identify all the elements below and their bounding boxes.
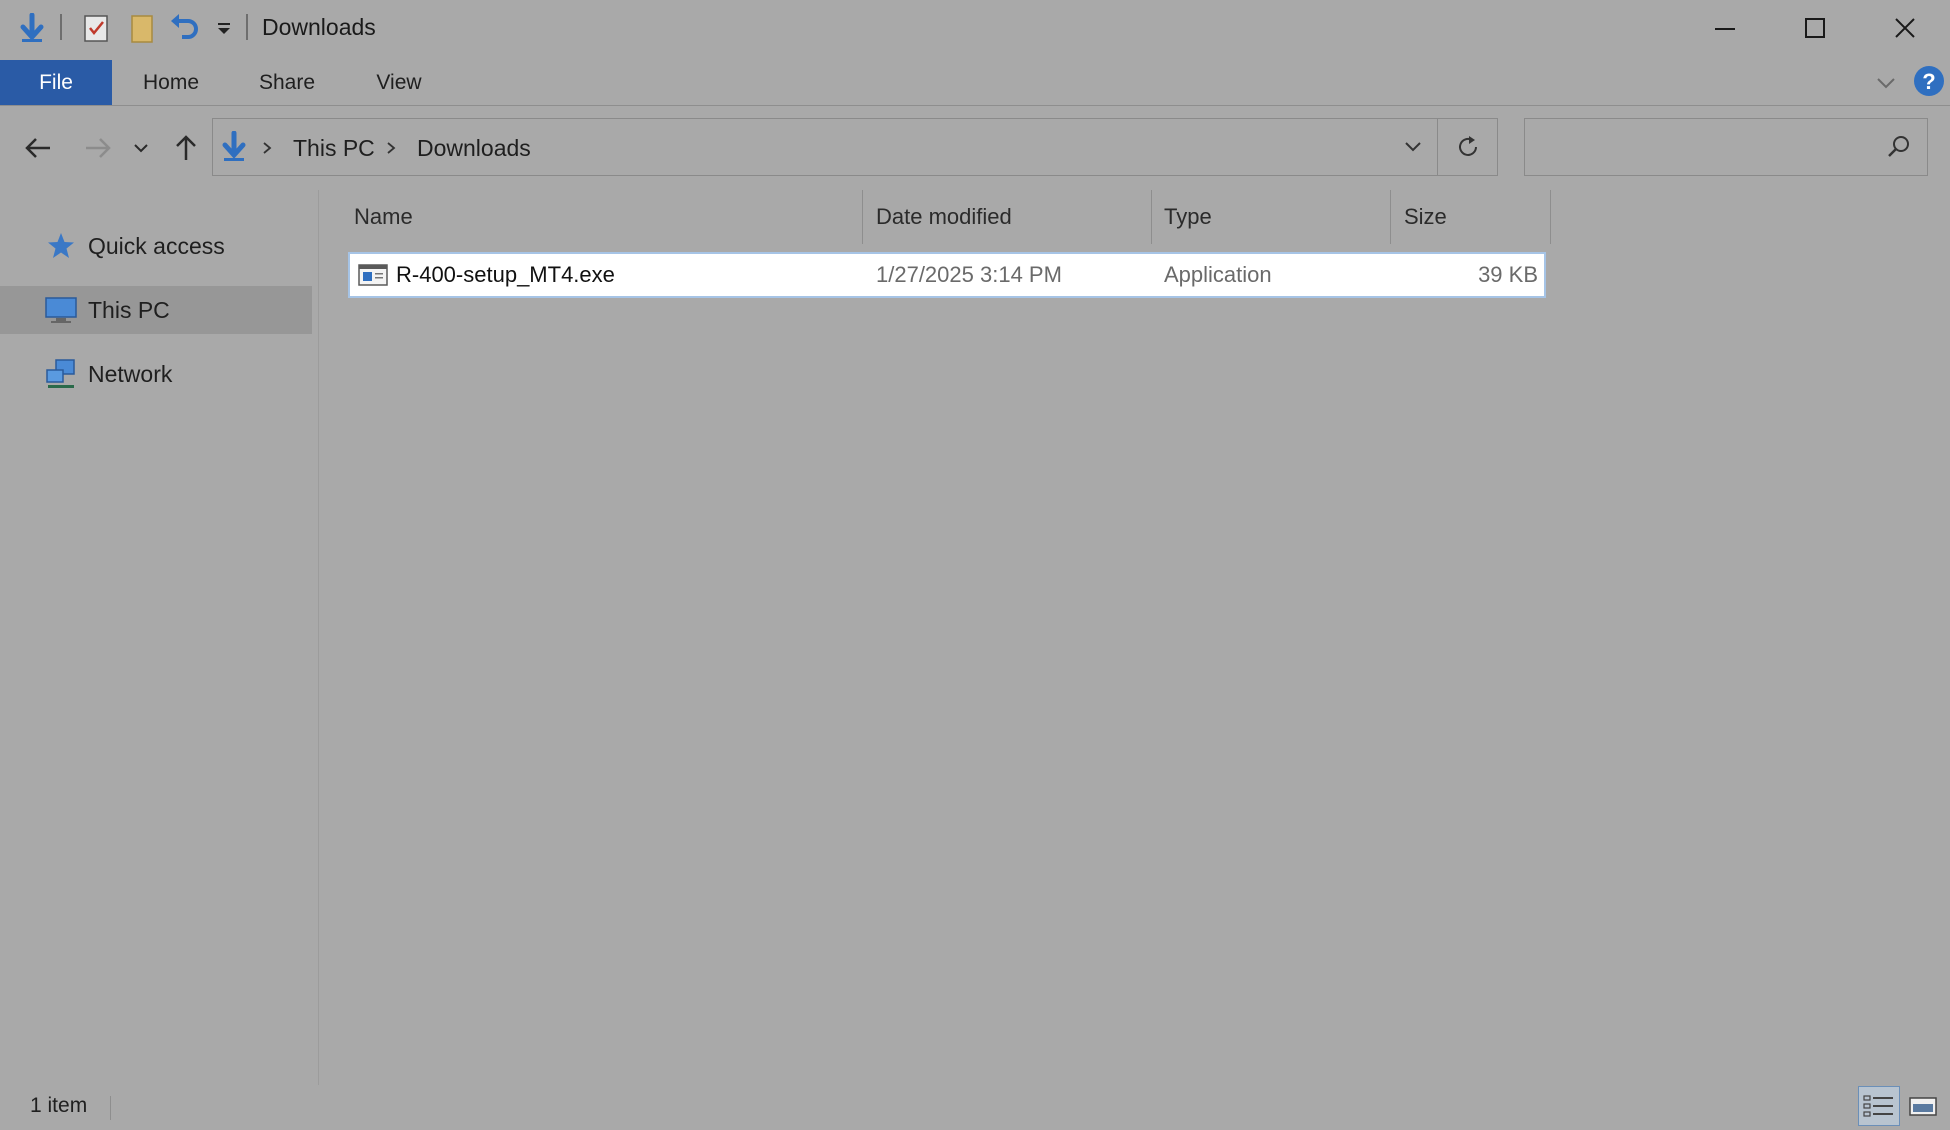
sidebar-item-this-pc[interactable]: This PC (0, 286, 312, 334)
maximize-button[interactable] (1770, 0, 1860, 56)
file-date-modified: 1/27/2025 3:14 PM (876, 262, 1062, 287)
sidebar-item-network[interactable]: Network (0, 350, 312, 398)
svg-text:?: ? (1922, 69, 1935, 94)
ribbon-tabs: File Home Share View ? (0, 60, 1950, 106)
breadcrumb-separator-icon (261, 119, 273, 177)
file-type: Application (1164, 262, 1272, 287)
up-button[interactable] (166, 122, 206, 174)
recent-locations-button[interactable] (126, 122, 156, 174)
undo-icon[interactable] (166, 10, 202, 46)
details-view-button[interactable] (1858, 1086, 1900, 1126)
search-input[interactable] (1533, 131, 1867, 165)
close-button[interactable] (1860, 0, 1950, 56)
customize-dropdown-icon[interactable] (206, 10, 242, 46)
refresh-button[interactable] (1438, 118, 1498, 176)
file-row[interactable]: R-400-setup_MT4.exe 1/27/2025 3:14 PM Ap… (348, 252, 1546, 298)
back-button[interactable] (18, 122, 58, 174)
column-header-date-modified[interactable]: Date modified (876, 190, 1146, 244)
breadcrumb-this-pc[interactable]: This PC (293, 119, 375, 177)
column-resize-handle[interactable] (1151, 190, 1152, 244)
breadcrumb-separator-icon (385, 119, 397, 177)
sidebar-item-label: This PC (88, 296, 170, 323)
close-icon (1895, 18, 1915, 38)
address-bar[interactable]: This PC Downloads (212, 118, 1438, 176)
forward-button[interactable] (78, 122, 118, 174)
maximize-icon (1805, 18, 1825, 38)
column-header-type[interactable]: Type (1164, 190, 1384, 244)
help-icon: ? (1914, 66, 1944, 96)
sidebar-item-quick-access[interactable]: Quick access (0, 222, 312, 270)
title-bar: Downloads (0, 0, 1950, 56)
tab-file[interactable]: File (0, 60, 112, 106)
ribbon-expand-button[interactable] (1870, 70, 1902, 96)
address-history-dropdown[interactable] (1399, 135, 1427, 159)
downloads-arrow-icon[interactable] (14, 10, 50, 46)
tab-home[interactable]: Home (126, 60, 216, 106)
breadcrumb-downloads[interactable]: Downloads (417, 119, 531, 177)
search-box[interactable] (1524, 118, 1928, 176)
details-view-icon (1863, 1095, 1893, 1117)
up-arrow-icon (176, 135, 196, 160)
file-size: 39 KB (1478, 262, 1538, 287)
chevron-down-icon (134, 144, 148, 153)
navigation-pane: Quick access This PC Network (0, 190, 318, 1090)
back-arrow-icon (25, 138, 50, 158)
refresh-icon (1458, 136, 1477, 156)
tab-share[interactable]: Share (240, 60, 334, 106)
network-icon (44, 357, 78, 391)
forward-arrow-icon (86, 138, 111, 158)
tab-view[interactable]: View (356, 60, 442, 106)
window-title: Downloads (262, 14, 376, 40)
column-header-size[interactable]: Size (1404, 190, 1544, 244)
properties-icon[interactable] (78, 10, 114, 46)
large-icons-view-button[interactable] (1902, 1086, 1944, 1126)
chevron-down-icon (1405, 142, 1421, 152)
pane-divider[interactable] (318, 190, 319, 1085)
new-folder-icon[interactable] (124, 10, 160, 46)
column-resize-handle[interactable] (862, 190, 863, 244)
status-item-count: 1 item (30, 1094, 88, 1117)
downloads-location-icon (219, 131, 253, 165)
large-icons-view-icon (1909, 1097, 1937, 1116)
toolbar-divider (246, 14, 248, 40)
column-resize-handle[interactable] (1550, 190, 1551, 244)
file-name: R-400-setup_MT4.exe (396, 262, 615, 287)
chevron-down-icon (1877, 78, 1895, 89)
search-icon[interactable] (1885, 133, 1913, 161)
sidebar-item-label: Network (88, 360, 173, 387)
status-divider (110, 1096, 111, 1120)
minimize-icon (1715, 28, 1735, 30)
computer-icon (44, 293, 78, 327)
star-icon (44, 229, 78, 263)
minimize-button[interactable] (1680, 0, 1770, 56)
application-icon (358, 263, 388, 287)
ribbon-divider (0, 105, 1950, 106)
column-resize-handle[interactable] (1390, 190, 1391, 244)
toolbar-divider (60, 14, 62, 40)
sidebar-item-label: Quick access (88, 232, 225, 259)
help-button[interactable]: ? (1912, 64, 1946, 98)
column-header-name[interactable]: Name (354, 190, 854, 244)
